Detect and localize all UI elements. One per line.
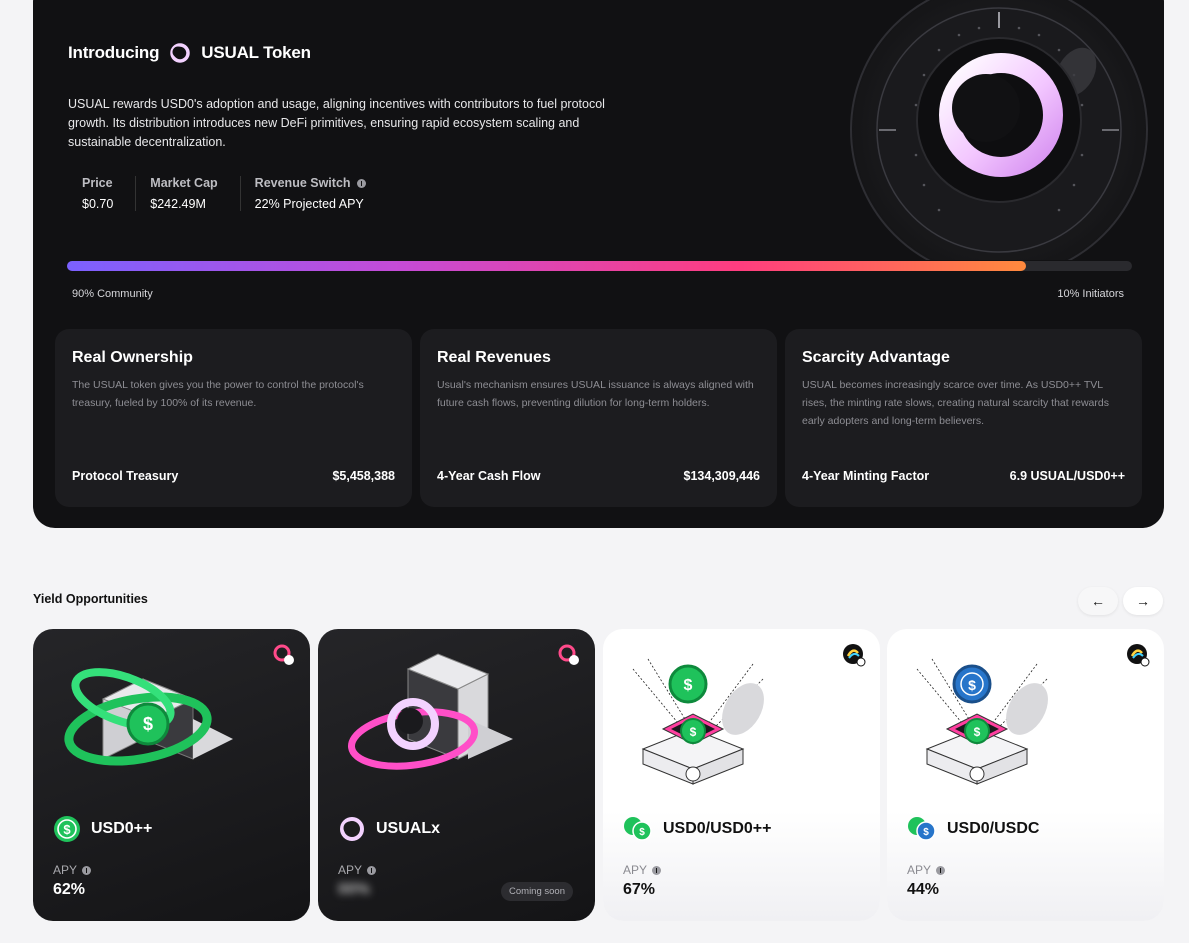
svg-text:$: $ — [968, 677, 976, 693]
distribution-bar-fill — [67, 261, 1026, 271]
apy-label-row: APY — [338, 863, 377, 877]
usual-ring-icon — [340, 817, 364, 841]
stat-value: $0.70 — [82, 197, 114, 211]
yield-card-usd0-usd0pp[interactable]: $ $ $ USD0/USD0++ APY 67% — [603, 629, 880, 921]
distribution-bar — [67, 261, 1132, 271]
apy-value: 44% — [907, 881, 940, 898]
usual-logo-icon — [170, 43, 191, 63]
card-name-text: USD0/USDC — [947, 820, 1040, 837]
svg-text:$: $ — [684, 677, 693, 694]
stat-value: 22% Projected APY — [254, 197, 364, 211]
apy-value: 62% — [53, 881, 86, 898]
apy-value-blurred: 00% — [338, 881, 371, 898]
card-token-name: $ USD0/USD0++ — [623, 815, 772, 843]
feature-metric-value: 6.9 USUAL/USD0++ — [1009, 469, 1125, 483]
apy-label: APY — [907, 863, 932, 877]
curve-protocol-icon — [1127, 644, 1150, 667]
curve-protocol-icon — [843, 644, 866, 667]
stat-revenue-switch: Revenue Switch 22% Projected APY — [239, 176, 388, 211]
usd0-pool-illustration: $ $ — [632, 658, 764, 785]
apy-label-row: APY — [907, 863, 946, 877]
feature-metric: 4-Year Cash Flow $134,309,446 — [437, 469, 760, 483]
distribution-community-label: 90% Community — [72, 288, 153, 300]
usd0-coin-icon: $ — [54, 816, 80, 842]
stat-market-cap: Market Cap $242.49M — [135, 176, 239, 211]
card-token-name: $ USD0/USDC — [907, 815, 1039, 843]
feature-description: USUAL becomes increasingly scarce over t… — [802, 379, 1109, 427]
info-icon[interactable] — [367, 865, 377, 875]
info-icon[interactable] — [356, 178, 366, 188]
hero-description: USUAL rewards USD0's adoption and usage,… — [68, 96, 605, 149]
yield-card-usualx[interactable]: USUALx APY 00% Coming soon — [318, 629, 595, 921]
usdc-pool-illustration: $ $ — [916, 658, 1048, 785]
yield-card-usd0pp[interactable]: $ $ USD0++ APY 62% — [33, 629, 310, 921]
svg-text:$: $ — [63, 822, 71, 837]
apy-label-row: APY — [53, 863, 92, 877]
apy-label: APY — [338, 863, 363, 877]
usd0-usdc-pair-icon: $ — [908, 817, 936, 841]
carousel-next-button[interactable]: → — [1123, 587, 1163, 615]
stat-price: Price $0.70 — [68, 176, 135, 211]
apy-label: APY — [623, 863, 648, 877]
feature-title: Real Revenues — [437, 349, 551, 366]
card-name-text: USD0/USD0++ — [663, 820, 772, 837]
yield-card-usd0-usdc[interactable]: $ $ $ USD0/USDC APY 44% — [887, 629, 1164, 921]
usual-protocol-icon — [273, 644, 294, 665]
feature-metric-label: 4-Year Minting Factor — [802, 469, 930, 483]
carousel-prev-button[interactable]: ← — [1078, 587, 1118, 615]
stat-value: $242.49M — [150, 197, 206, 211]
feature-metric-value: $5,458,388 — [332, 469, 395, 483]
svg-text:$: $ — [639, 827, 645, 838]
feature-metric-label: 4-Year Cash Flow — [437, 469, 541, 483]
usd0-pair-icon: $ — [624, 817, 652, 841]
feature-card-scarcity-advantage: Scarcity Advantage USUAL becomes increas… — [785, 329, 1142, 507]
info-icon[interactable] — [82, 865, 92, 875]
yield-opportunities-title: Yield Opportunities — [33, 592, 148, 606]
apy-value: 67% — [623, 881, 656, 898]
apy-label: APY — [53, 863, 78, 877]
svg-text:$: $ — [974, 725, 981, 739]
feature-metric: Protocol Treasury $5,458,388 — [72, 469, 395, 483]
card-name-text: USD0++ — [91, 820, 153, 837]
arrow-left-icon: ← — [1091, 593, 1105, 609]
usual-protocol-icon — [558, 644, 579, 665]
usual-dial-illustration — [850, 0, 1148, 260]
svg-text:$: $ — [923, 827, 929, 838]
feature-card-real-revenues: Real Revenues Usual's mechanism ensures … — [420, 329, 777, 507]
card-token-name: USUALx — [338, 815, 440, 843]
hero-title-prefix: Introducing — [68, 43, 160, 62]
stat-label: Price — [82, 176, 113, 190]
apy-label-row: APY — [623, 863, 662, 877]
svg-text:$: $ — [690, 725, 697, 739]
distribution-initiators-label: 10% Initiators — [1057, 288, 1124, 300]
info-icon[interactable] — [936, 865, 946, 875]
info-icon[interactable] — [652, 865, 662, 875]
token-stats: Price $0.70 Market Cap $242.49M Revenue … — [68, 176, 388, 211]
usual-token-hero: Introducing USUAL Token USUAL rewards US… — [33, 0, 1164, 528]
hero-title: Introducing USUAL Token — [68, 42, 311, 64]
feature-metric-label: Protocol Treasury — [72, 469, 179, 483]
feature-description: Usual's mechanism ensures USUAL issuance… — [437, 379, 754, 409]
feature-description: The USUAL token gives you the power to c… — [72, 379, 364, 409]
card-token-name: $ USD0++ — [53, 815, 152, 843]
feature-metric-value: $134,309,446 — [683, 469, 760, 483]
coming-soon-badge: Coming soon — [501, 882, 573, 901]
stat-label: Revenue Switch — [254, 176, 351, 190]
card-name-text: USUALx — [376, 820, 441, 837]
hero-title-token: USUAL Token — [201, 43, 311, 62]
arrow-right-icon: → — [1136, 593, 1150, 609]
stat-label: Market Cap — [150, 176, 218, 190]
feature-title: Real Ownership — [72, 349, 193, 366]
usualx-vault-illustration — [347, 653, 513, 770]
stat-label-row: Revenue Switch — [255, 176, 366, 190]
feature-card-real-ownership: Real Ownership The USUAL token gives you… — [55, 329, 412, 507]
feature-metric: 4-Year Minting Factor 6.9 USUAL/USD0++ — [802, 469, 1125, 483]
feature-title: Scarcity Advantage — [802, 349, 950, 366]
svg-text:$: $ — [143, 714, 153, 734]
usd0-vault-illustration: $ — [64, 668, 233, 766]
